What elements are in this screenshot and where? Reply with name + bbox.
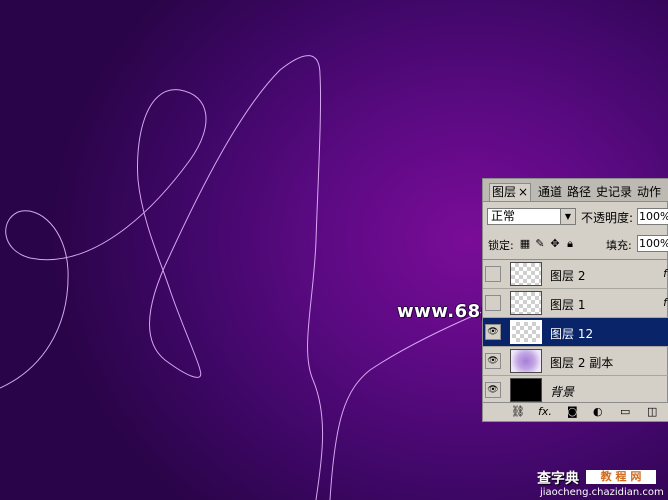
- lock-all-icon[interactable]: 🔒︎: [564, 238, 576, 250]
- visibility-toggle[interactable]: [485, 295, 501, 311]
- curve-path-tail: [312, 379, 324, 500]
- layer-name: 图层 2 副本: [550, 356, 614, 370]
- tab-channels[interactable]: 通道: [536, 184, 564, 201]
- opacity-label: 不透明度:: [581, 211, 634, 225]
- brand-watermark: 查字典: [537, 471, 579, 487]
- layers-panel: 图层 × 通道 路径 史记录 动作 正常 ▼ 不透明度: 100% 锁定: ▦ ✎…: [482, 178, 668, 422]
- folder-icon[interactable]: ▭: [620, 405, 630, 418]
- panel-bottom-bar: ⛓︎ fx. ◙ ◐ ▭ ◫: [483, 402, 668, 421]
- lock-label: 锁定:: [488, 239, 514, 252]
- layer-thumbnail: [510, 349, 542, 373]
- chevron-down-icon[interactable]: ▼: [560, 209, 575, 224]
- adjustment-icon[interactable]: ◐: [593, 405, 603, 418]
- curve-path: [0, 55, 322, 389]
- blend-opacity-row: 正常 ▼ 不透明度: 100%: [486, 208, 668, 226]
- fx-icon[interactable]: f: [663, 267, 667, 280]
- lock-transparency-icon[interactable]: ▦: [519, 238, 531, 250]
- opacity-field[interactable]: 100%: [637, 208, 668, 225]
- fill-label: 填充:: [606, 239, 632, 252]
- layer-row[interactable]: 图层 1 f: [483, 289, 668, 318]
- eye-icon[interactable]: 👁︎: [485, 382, 501, 398]
- panel-tabs: 图层 × 通道 路径 史记录 动作: [483, 179, 668, 202]
- fx-icon[interactable]: f: [663, 296, 667, 309]
- tab-paths[interactable]: 路径: [565, 184, 593, 201]
- link-icon[interactable]: ⛓︎: [511, 405, 525, 418]
- layer-row[interactable]: 👁︎ 背景: [483, 376, 668, 405]
- layer-name: 图层 12: [550, 327, 594, 341]
- layer-thumbnail: [510, 320, 542, 344]
- layer-thumbnail: [510, 291, 542, 315]
- layers-list: 图层 2 f 图层 1 f 👁︎ 图层 12 👁︎ 图层 2 副本 👁︎ 背景: [483, 259, 668, 406]
- layer-name: 图层 2: [550, 269, 586, 283]
- fill-field[interactable]: 100%: [637, 235, 668, 252]
- layer-row[interactable]: 👁︎ 图层 12: [483, 318, 668, 347]
- curve-path-right: [329, 311, 483, 500]
- url-watermark: jiaocheng.chazidian.com: [540, 487, 664, 498]
- tag-watermark: 教 程 网: [586, 470, 656, 484]
- layer-thumbnail: [510, 262, 542, 286]
- tab-layers[interactable]: 图层 ×: [489, 183, 532, 201]
- layer-row[interactable]: 👁︎ 图层 2 副本: [483, 347, 668, 376]
- tab-history[interactable]: 史记录: [594, 184, 634, 201]
- layer-name: 背景: [550, 385, 575, 399]
- tab-actions[interactable]: 动作: [635, 184, 663, 201]
- eye-icon[interactable]: 👁︎: [485, 353, 501, 369]
- blend-mode-select[interactable]: 正常 ▼: [487, 208, 576, 225]
- mask-icon[interactable]: ◙: [567, 405, 578, 418]
- layer-thumbnail: [510, 378, 542, 402]
- visibility-toggle[interactable]: [485, 266, 501, 282]
- close-icon[interactable]: ×: [518, 185, 528, 199]
- lock-fill-row: 锁定: ▦ ✎ ✥ 🔒︎ 填充: 100%: [486, 235, 668, 254]
- lock-brush-icon[interactable]: ✎: [534, 238, 546, 250]
- blend-mode-value: 正常: [491, 209, 516, 223]
- layer-row[interactable]: 图层 2 f: [483, 260, 668, 289]
- lock-move-icon[interactable]: ✥: [549, 238, 561, 250]
- new-layer-icon[interactable]: ◫: [647, 405, 657, 418]
- fx-icon[interactable]: fx.: [538, 405, 552, 418]
- eye-icon[interactable]: 👁︎: [485, 324, 501, 340]
- layer-name: 图层 1: [550, 298, 586, 312]
